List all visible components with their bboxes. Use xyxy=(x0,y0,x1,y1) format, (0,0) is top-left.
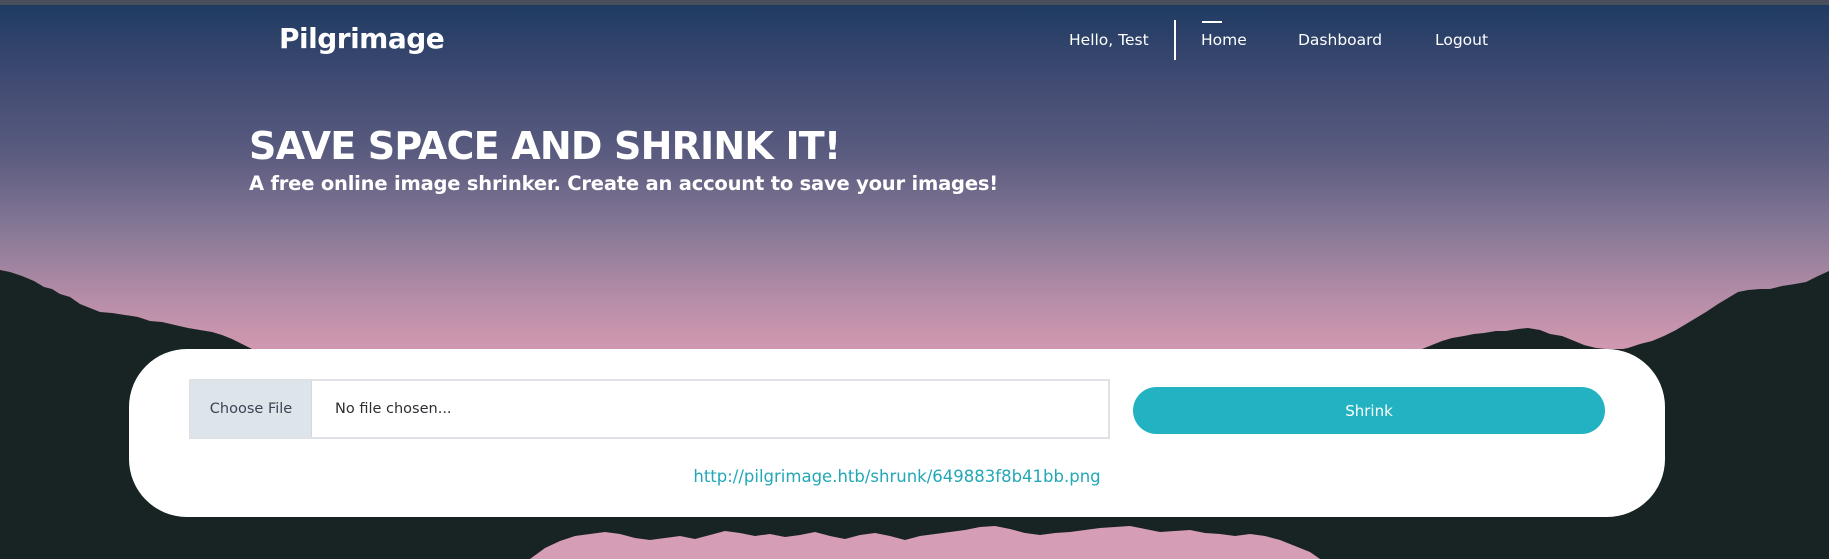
choose-file-button[interactable]: Choose File xyxy=(191,381,312,437)
hero-subtitle: A free online image shrinker. Create an … xyxy=(249,172,998,195)
nav-logout-link[interactable]: Logout xyxy=(1435,31,1488,49)
hero-title: SAVE SPACE AND SHRINK IT! xyxy=(249,124,841,168)
active-indicator xyxy=(1202,21,1222,23)
nav-home-link[interactable]: Home xyxy=(1201,31,1247,49)
nav-dashboard-link[interactable]: Dashboard xyxy=(1298,31,1382,49)
user-greeting: Hello, Test xyxy=(1069,31,1149,49)
file-status-text: No file chosen... xyxy=(335,401,452,417)
navbar: Pilgrimage Hello, Test Home Dashboard Lo… xyxy=(0,5,1829,75)
brand-logo[interactable]: Pilgrimage xyxy=(279,22,445,55)
page: Pilgrimage Hello, Test Home Dashboard Lo… xyxy=(0,0,1829,559)
right-mountain xyxy=(1422,271,1829,350)
file-input[interactable]: Choose File No file chosen... xyxy=(189,379,1110,439)
nav-divider xyxy=(1174,20,1176,60)
shrunk-image-url[interactable]: http://pilgrimage.htb/shrunk/649883f8b41… xyxy=(693,467,1100,486)
shrink-button[interactable]: Shrink xyxy=(1133,387,1605,434)
upload-card: Choose File No file chosen... Shrink htt… xyxy=(129,349,1665,517)
shrunk-image-link[interactable]: http://pilgrimage.htb/shrunk/649883f8b41… xyxy=(129,467,1665,486)
